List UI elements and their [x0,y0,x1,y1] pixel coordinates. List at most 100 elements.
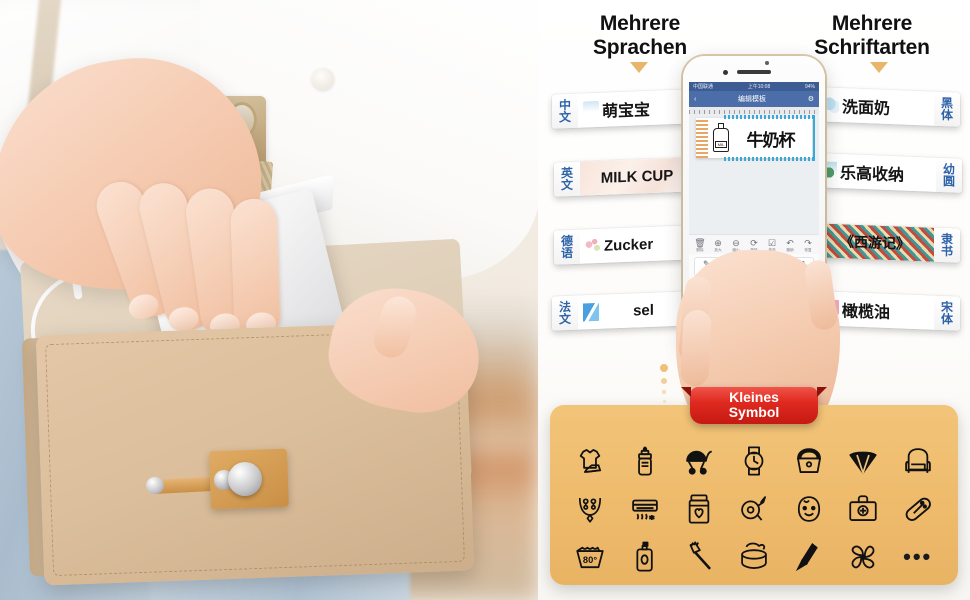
tag-char-2: 文 [558,311,571,327]
chip-font-tag: 黑 体 [934,92,960,127]
statusbar-battery: 94% [804,83,815,90]
chip-font-tag: 幼 圆 [936,158,962,193]
milk-bottle-label: MIL [715,141,727,148]
chip-body: 乐高收纳 [816,153,936,192]
diamond-icon[interactable] [837,439,890,483]
baby-bottle-icon[interactable] [619,439,672,483]
svg-text:80°: 80° [583,555,597,565]
label-chip-english: 英 文 MILK CUP [554,157,694,197]
tag-char-2: 体 [940,311,953,327]
chip-label-text: 洗面奶 [842,99,891,119]
turn-lock-tip [146,477,164,494]
first-aid-kit-icon[interactable] [837,487,890,531]
chip-body: sel [578,291,690,330]
lipstick-icon[interactable] [782,535,835,579]
chip-language-tag: 德 语 [554,230,580,265]
finger [680,309,712,387]
heading-languages-line1: Mehrere [599,12,681,35]
capsule-icon[interactable] [891,487,944,531]
selection-handle-top[interactable] [724,115,815,119]
chip-label-text: 橄榄油 [842,303,891,323]
toolbar-undo[interactable]: ↶ 撤销 [784,238,797,253]
chip-label-text: 乐高收纳 [840,165,905,185]
product-lifestyle-photo [0,0,538,600]
chip-language-tag: 英 文 [554,162,580,197]
selection-handle-bottom[interactable] [724,157,815,161]
tag-char-2: 文 [560,177,573,193]
selection-handle-right[interactable] [813,115,815,161]
gear-icon[interactable]: ⚙ [808,95,814,103]
chip-label-text: 《西游记》 [840,233,910,252]
caret-down-icon-left [630,62,648,73]
heading-multiple-languages: Mehrere Sprachen [560,12,720,59]
symbol-library-panel: Kleines Symbol 80° ••• [550,387,958,585]
label-chip-french: 法 文 sel [552,291,690,331]
toolbar-redo[interactable]: ↷ 恢复 [802,238,815,253]
proximity-sensor-icon [765,61,769,65]
chip-language-tag: 中 文 [552,94,578,129]
tshirt-iron-icon[interactable] [564,439,617,483]
navbar-title: 编辑模板 [738,96,767,103]
tag-char-2: 文 [558,109,571,125]
chip-label-text: sel [633,301,654,320]
toothbrush-icon[interactable] [673,535,726,579]
heading-fonts-line2: Schriftarten [814,35,930,59]
milk-bottle-icon: MIL [711,123,731,153]
chip-label-text: MILK CUP [600,166,674,187]
handbag-icon[interactable] [782,439,835,483]
wristwatch-icon[interactable] [728,439,781,483]
fan-flower-icon[interactable] [837,535,890,579]
earpiece-speaker [737,70,771,74]
chip-language-tag: 法 文 [552,296,578,331]
chip-body: 洗面奶 [818,87,934,126]
cream-jar-icon[interactable] [728,535,781,579]
toolbar-zoom-in[interactable]: ⊕ 放大 [712,238,725,253]
shirt-button [312,68,334,90]
banner-line2: Symbol [728,403,780,420]
lotion-bottle-icon[interactable] [619,535,672,579]
label-canvas[interactable]: MIL 牛奶杯 [689,114,819,234]
heading-fonts-line1: Mehrere [831,12,913,35]
turn-lock-knob [228,462,262,496]
phone-statusbar: 中国联通 上午10:08 94% [689,82,819,91]
air-conditioner-icon[interactable] [619,487,672,531]
chip-body: 萌宝宝 [578,89,694,128]
dot-decoration [660,364,668,409]
more-ellipsis-icon[interactable]: ••• [891,535,944,579]
label-chip-font-lishu: 《西游记》 隶 书 [816,223,960,263]
chip-body: Zucker [580,225,694,264]
banner-line1: Kleines [729,389,779,405]
tag-char-2: 体 [940,107,953,123]
stroller-icon[interactable] [673,439,726,483]
statusbar-time: 上午10:08 [747,84,771,90]
chip-label-text: Zucker [604,235,654,255]
chip-body: MILK CUP [580,157,694,196]
label-chip-font-youyuan: 乐高收纳 幼 圆 [816,153,962,193]
tag-char-2: 书 [940,244,953,259]
label-preview-card[interactable]: MIL 牛奶杯 [696,115,815,161]
toolbar-delete[interactable]: 🗑 删除 [694,238,707,253]
heading-languages-line2: Sprachen [592,35,688,59]
hair-dryer-icon[interactable] [728,487,781,531]
symbol-grid: 80° ••• [564,439,944,579]
thumb [803,258,839,332]
chip-font-tag: 宋 体 [934,296,960,331]
label-chip-chinese: 中 文 萌宝宝 [552,89,694,129]
chip-label-text: 萌宝宝 [602,101,651,121]
wash-80-icon[interactable]: 80° [564,535,617,579]
screenshot-root: Mehrere Sprachen Mehrere Schriftarten 中 … [0,0,970,600]
blue-bubbles-icon [823,95,839,115]
back-icon[interactable]: ‹ [694,96,696,103]
necklace-icon[interactable] [564,487,617,531]
symbol-panel-banner: Kleines Symbol [690,387,818,425]
canvas-ruler [689,107,819,114]
cherry-blossom-icon [585,236,601,256]
statusbar-carrier: 中国联通 [693,84,714,90]
baby-face-icon[interactable] [782,487,835,531]
armchair-icon[interactable] [891,439,944,483]
jar-heart-icon[interactable] [673,487,726,531]
baby-bottle-sticker-icon [583,100,599,120]
label-chip-german: 德 语 Zucker [554,225,694,265]
chip-font-tag: 隶 书 [934,228,960,263]
chip-body: 《西游记》 [816,223,934,262]
